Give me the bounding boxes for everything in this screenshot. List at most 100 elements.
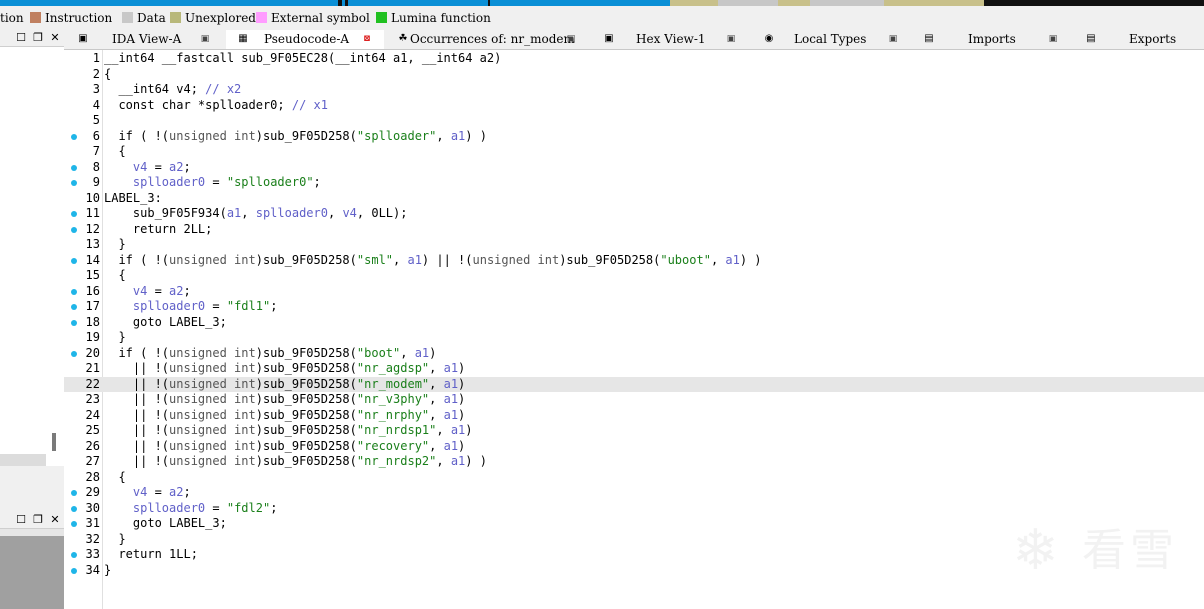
tab-exports[interactable]: ▤ Exports xyxy=(1082,30,1204,49)
code-token: { xyxy=(104,66,112,81)
code-line[interactable]: 17 splloader0 = "fdl1"; xyxy=(64,299,1204,315)
tab-local-types[interactable]: ◉ Local Types ▣ xyxy=(754,30,916,49)
variable: a2 xyxy=(169,159,184,174)
tab-occurrences[interactable]: ☘ Occurrences of: nr_modem ▣ xyxy=(388,30,584,49)
code-token: } xyxy=(104,237,126,251)
code-token: return 2LL; xyxy=(104,221,213,236)
code-line[interactable]: 26 || !(unsigned int)sub_9F05D258("recov… xyxy=(64,439,1204,455)
left-top-panel-body[interactable] xyxy=(0,47,65,454)
code-token: goto LABEL_3; xyxy=(104,516,227,530)
code-line[interactable]: 12 return 2LL; xyxy=(64,222,1204,238)
line-number: 21 xyxy=(85,361,100,375)
code-line[interactable]: 30 splloader0 = "fdl2"; xyxy=(64,501,1204,517)
code-token: , xyxy=(241,206,256,220)
code-token: ) ) xyxy=(465,454,487,468)
string-literal: "nr_modem" xyxy=(356,376,430,391)
code-line[interactable]: 19 } xyxy=(64,330,1204,346)
left-bottom-panel-body[interactable] xyxy=(0,529,64,609)
code-line[interactable]: 5 xyxy=(64,113,1204,129)
close-icon[interactable]: ▣ xyxy=(1048,34,1058,44)
type-cast: unsigned int xyxy=(169,407,256,422)
code-text: v4 = a2; xyxy=(104,485,191,501)
code-text: { xyxy=(104,67,111,83)
close-icon[interactable]: ▣ xyxy=(726,34,736,44)
code-line[interactable]: 14 if ( !(unsigned int)sub_9F05D258("sml… xyxy=(64,253,1204,269)
code-text: } xyxy=(104,237,126,253)
code-line[interactable]: 29 v4 = a2; xyxy=(64,485,1204,501)
code-line[interactable]: 1 __int64 __fastcall sub_9F05EC28(__int64… xyxy=(64,51,1204,67)
code-text: v4 = a2; xyxy=(104,160,191,176)
code-line[interactable]: 23 || !(unsigned int)sub_9F05D258("nr_v3… xyxy=(64,392,1204,408)
code-line[interactable]: 11 sub_9F05F934(a1, splloader0, v4, 0LL)… xyxy=(64,206,1204,222)
code-token: sub_9F05F934( xyxy=(104,206,227,220)
code-line[interactable]: 24 || !(unsigned int)sub_9F05D258("nr_nr… xyxy=(64,408,1204,424)
close-icon[interactable]: ✕ xyxy=(48,513,62,527)
code-token: || !( xyxy=(104,361,170,375)
line-number: 15 xyxy=(85,268,100,282)
code-token: )sub_9F05D258( xyxy=(255,438,357,453)
type-cast: unsigned int xyxy=(169,345,256,360)
code-text: return 1LL; xyxy=(104,547,197,563)
variable: a1 xyxy=(443,392,459,406)
tab-imports[interactable]: ▤ Imports ▣ xyxy=(920,30,1084,49)
tab-ida-view-a[interactable]: ▣ IDA View-A ▣ xyxy=(64,30,222,49)
line-number: 19 xyxy=(85,330,100,344)
line-number: 6 xyxy=(92,128,100,143)
code-token: ) xyxy=(429,345,437,360)
code-line[interactable]: 9 splloader0 = "splloader0"; xyxy=(64,175,1204,191)
line-number: 7 xyxy=(92,144,100,158)
code-line[interactable]: 25 || !(unsigned int)sub_9F05D258("nr_nr… xyxy=(64,423,1204,439)
code-line[interactable]: 22 || !(unsigned int)sub_9F05D258("nr_mo… xyxy=(64,376,1204,392)
code-line[interactable]: 21 || !(unsigned int)sub_9F05D258("nr_ag… xyxy=(64,361,1204,377)
pseudocode-editor[interactable]: 1 __int64 __fastcall sub_9F05EC28(__int64… xyxy=(64,50,1204,609)
line-number: 29 xyxy=(85,485,100,499)
code-line[interactable]: 6 if ( !(unsigned int)sub_9F05D258("spll… xyxy=(64,129,1204,145)
code-token: if ( !( xyxy=(104,345,170,360)
code-line[interactable]: 28 { xyxy=(64,470,1204,486)
line-number: 20 xyxy=(85,345,100,360)
code-token: goto LABEL_3; xyxy=(104,314,227,329)
close-icon[interactable]: ▣ xyxy=(200,34,210,44)
code-line[interactable]: 15 { xyxy=(64,268,1204,284)
code-line[interactable]: 13 } xyxy=(64,237,1204,253)
code-line[interactable]: 4 const char *splloader0; // x1 xyxy=(64,98,1204,114)
close-icon[interactable]: ▣ xyxy=(566,34,576,44)
maximize-icon[interactable]: ☐ xyxy=(14,31,28,45)
restore-icon[interactable]: ❐ xyxy=(31,513,45,527)
legend-item: tion xyxy=(0,12,24,24)
line-number: 17 xyxy=(85,299,100,313)
code-text: || !(unsigned int)sub_9F05D258("nr_v3phy… xyxy=(104,392,465,408)
legend-item: External symbol xyxy=(256,12,370,24)
code-token: = xyxy=(205,299,227,313)
close-icon[interactable]: ⊠ xyxy=(362,34,372,44)
maximize-icon[interactable]: ☐ xyxy=(14,513,28,527)
legend-item: Lumina function xyxy=(376,12,491,24)
code-line[interactable]: 10 LABEL_3: xyxy=(64,191,1204,207)
code-token: )sub_9F05D258( xyxy=(255,423,357,437)
code-line[interactable]: 27 || !(unsigned int)sub_9F05D258("nr_nr… xyxy=(64,454,1204,470)
code-line[interactable]: 3 __int64 v4; // x2 xyxy=(64,82,1204,98)
tab-hex-view-1[interactable]: ▣ Hex View-1 ▣ xyxy=(590,30,750,49)
restore-icon[interactable]: ❐ xyxy=(31,31,45,45)
code-line[interactable]: 18 goto LABEL_3; xyxy=(64,315,1204,331)
code-token: || !( xyxy=(104,376,170,391)
tab-pseudocode-a[interactable]: ▦ Pseudocode-A ⊠ xyxy=(226,30,384,49)
legend-label: Instruction xyxy=(45,11,113,25)
string-literal: "nr_nrdsp1" xyxy=(356,423,437,437)
code-token: , xyxy=(436,423,451,437)
vertical-scrollbar-thumb[interactable] xyxy=(52,433,56,451)
string-literal: "nr_agdsp" xyxy=(356,361,430,375)
type-cast: unsigned int xyxy=(169,423,256,437)
code-line[interactable]: 16 v4 = a2; xyxy=(64,284,1204,300)
code-token: { xyxy=(104,144,126,158)
code-line[interactable]: 2{ xyxy=(64,67,1204,83)
code-line[interactable]: 20 if ( !(unsigned int)sub_9F05D258("boo… xyxy=(64,346,1204,362)
horizontal-scrollbar[interactable] xyxy=(0,454,46,466)
occurrences-icon: ☘ xyxy=(398,33,408,44)
code-token: ; xyxy=(270,500,278,515)
code-line[interactable]: 8 v4 = a2; xyxy=(64,160,1204,176)
close-icon[interactable]: ▣ xyxy=(888,34,898,44)
close-icon[interactable]: ✕ xyxy=(48,31,62,45)
code-line[interactable]: 7 { xyxy=(64,144,1204,160)
legend-item: Instruction xyxy=(30,12,112,24)
